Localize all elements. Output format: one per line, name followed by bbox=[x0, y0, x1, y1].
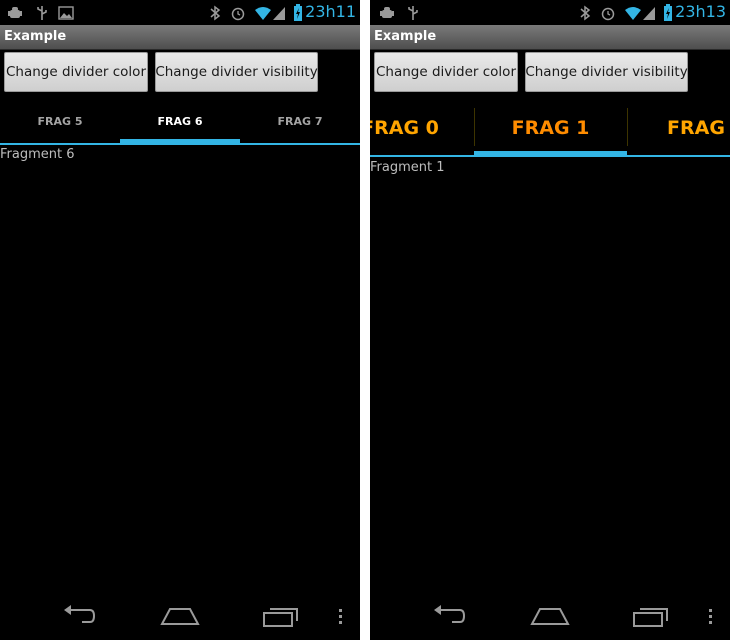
image-icon bbox=[57, 4, 75, 22]
app-title: Example bbox=[4, 29, 67, 44]
fragment-content: Fragment 1 bbox=[370, 160, 445, 175]
status-bar: 23h13 bbox=[370, 0, 730, 25]
phone-screen-right: 23h13 Example Change divider color Chang… bbox=[370, 0, 730, 640]
menu-icon[interactable] bbox=[705, 603, 715, 629]
tab-frag-1[interactable]: FRAG 1 bbox=[474, 116, 627, 140]
tab-divider bbox=[627, 108, 628, 146]
home-icon[interactable] bbox=[160, 603, 200, 629]
android-debug-icon bbox=[6, 4, 24, 22]
status-bar: 23h11 bbox=[0, 0, 360, 25]
usb-icon bbox=[404, 4, 422, 22]
usb-icon bbox=[33, 4, 51, 22]
app-title: Example bbox=[374, 29, 437, 44]
change-divider-color-button[interactable]: Change divider color bbox=[4, 52, 148, 92]
recent-apps-icon[interactable] bbox=[632, 603, 670, 629]
tab-frag-0[interactable]: FRAG 0 bbox=[370, 116, 440, 140]
status-time: 23h13 bbox=[675, 2, 726, 21]
recent-apps-icon[interactable] bbox=[262, 603, 300, 629]
back-icon[interactable] bbox=[430, 603, 468, 629]
alarm-icon bbox=[229, 4, 247, 22]
tab-underline bbox=[370, 155, 730, 157]
change-divider-visibility-button[interactable]: Change divider visibility bbox=[525, 52, 688, 92]
change-divider-visibility-button[interactable]: Change divider visibility bbox=[155, 52, 318, 92]
title-bar: Example bbox=[370, 25, 730, 50]
tab-frag-6[interactable]: FRAG 6 bbox=[120, 115, 240, 129]
tab-frag-5[interactable]: FRAG 5 bbox=[0, 115, 120, 129]
tab-frag-2[interactable]: FRAG 2 bbox=[667, 116, 730, 140]
fragment-content: Fragment 6 bbox=[0, 147, 75, 162]
alarm-icon bbox=[599, 4, 617, 22]
title-bar: Example bbox=[0, 25, 360, 50]
status-time: 23h11 bbox=[305, 2, 356, 21]
signal-icon bbox=[640, 4, 658, 22]
bluetooth-icon bbox=[576, 4, 594, 22]
home-icon[interactable] bbox=[530, 603, 570, 629]
signal-icon bbox=[270, 4, 288, 22]
change-divider-color-button[interactable]: Change divider color bbox=[374, 52, 518, 92]
bluetooth-icon bbox=[206, 4, 224, 22]
tab-frag-7[interactable]: FRAG 7 bbox=[240, 115, 360, 129]
phone-screen-left: 23h11 Example Change divider color Chang… bbox=[0, 0, 360, 640]
back-icon[interactable] bbox=[60, 603, 98, 629]
android-debug-icon bbox=[378, 4, 396, 22]
tab-underline bbox=[0, 143, 360, 145]
menu-icon[interactable] bbox=[335, 603, 345, 629]
